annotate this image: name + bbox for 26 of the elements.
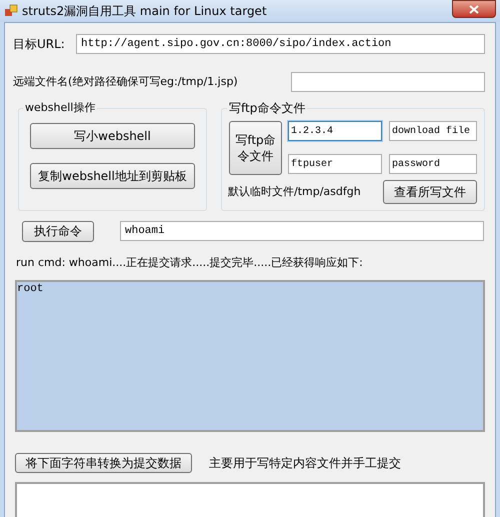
- remote-file-label: 远端文件名(绝对路径确保可写eg:/tmp/1.jsp): [13, 74, 239, 90]
- convert-button[interactable]: 将下面字符串转换为提交数据: [15, 453, 192, 473]
- app-icon: [4, 4, 18, 18]
- execute-button[interactable]: 执行命令: [22, 220, 94, 242]
- close-icon: [469, 4, 479, 14]
- convert-note: 主要用于写特定内容文件并手工提交: [209, 455, 401, 472]
- remote-file-field[interactable]: [291, 72, 485, 92]
- ftp-button[interactable]: 写ftp命令文件: [229, 121, 282, 175]
- url-label: 目标URL:: [13, 36, 66, 53]
- url-field[interactable]: http://agent.sipo.gov.cn:8000/sipo/index.action: [76, 34, 485, 54]
- output-area[interactable]: root: [15, 280, 485, 432]
- webshell-button[interactable]: 写小webshell: [30, 123, 195, 149]
- temp-file-note: 默认临时文件/tmp/asdfgh: [228, 184, 361, 200]
- group-title: webshell操作: [23, 101, 98, 115]
- ftp-field[interactable]: 1.2.3.4: [288, 121, 382, 141]
- ftp-field[interactable]: ftpuser: [288, 154, 382, 174]
- group-title: 写ftp命令文件: [227, 101, 308, 115]
- view-file-button[interactable]: 查看所写文件: [383, 180, 477, 204]
- ftp-field[interactable]: download file: [389, 121, 477, 141]
- ftp-field[interactable]: password: [389, 154, 477, 174]
- status-text: run cmd: whoami....正在提交请求.....提交完毕.....已经获得响应如下:: [16, 256, 364, 270]
- command-field[interactable]: whoami: [120, 221, 484, 241]
- webshell-button[interactable]: 复制webshell地址到剪贴板: [30, 163, 195, 189]
- close-button[interactable]: [452, 0, 496, 18]
- input-area[interactable]: [15, 482, 485, 517]
- window-title: struts2漏洞自用工具 main for Linux target: [22, 3, 268, 20]
